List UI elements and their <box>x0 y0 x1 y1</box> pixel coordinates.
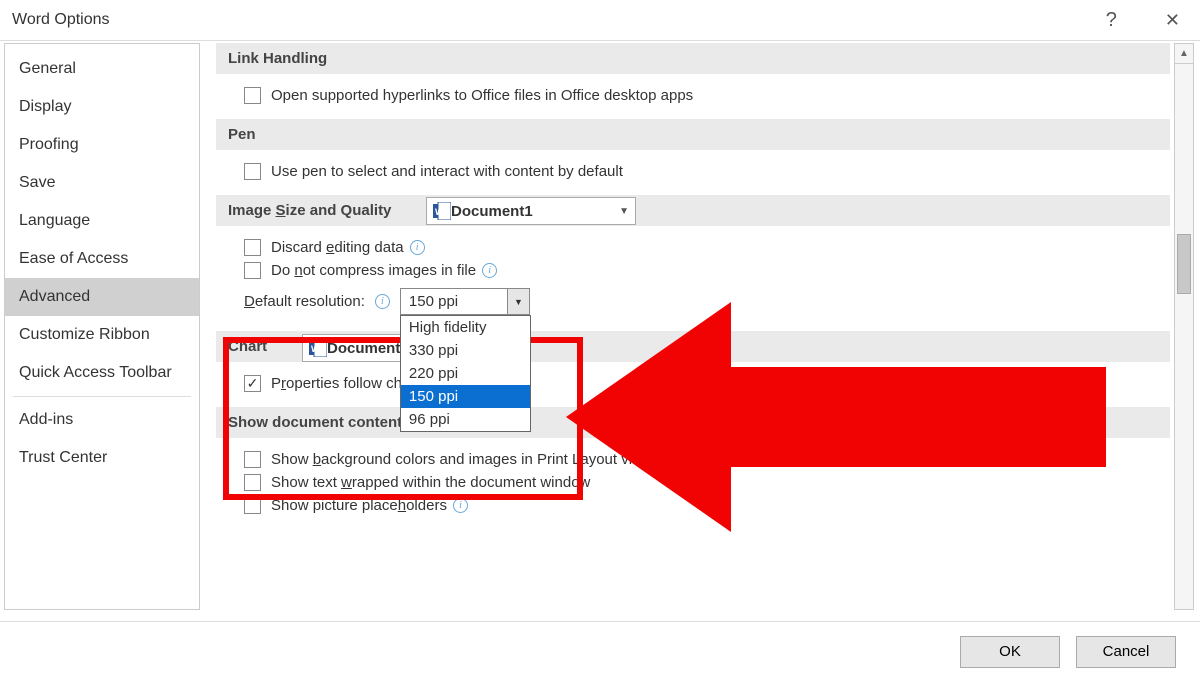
label-default-resolution: Default resolution: <box>244 293 365 310</box>
checkbox-use-pen[interactable] <box>244 163 261 180</box>
checkbox-show-pic[interactable] <box>244 497 261 514</box>
scroll-up-icon[interactable]: ▲ <box>1175 44 1193 64</box>
label-show-wrap: Show text wrapped within the document wi… <box>271 474 590 491</box>
sidebar-item-ease-of-access[interactable]: Ease of Access <box>5 240 199 278</box>
annotation-arrow-icon <box>566 292 1106 542</box>
sidebar: GeneralDisplayProofingSaveLanguageEase o… <box>4 43 200 610</box>
section-image-quality: Image Size and Quality W Document1 ▼ <box>216 195 1170 226</box>
word-doc-icon: W <box>309 339 327 357</box>
checkbox-discard-editing[interactable] <box>244 239 261 256</box>
scrollbar-thumb[interactable] <box>1177 234 1191 294</box>
info-icon[interactable]: i <box>482 263 497 278</box>
sidebar-item-general[interactable]: General <box>5 50 199 88</box>
checkbox-show-wrap[interactable] <box>244 474 261 491</box>
sidebar-item-quick-access-toolbar[interactable]: Quick Access Toolbar <box>5 354 199 392</box>
checkbox-open-hyperlinks[interactable] <box>244 87 261 104</box>
sidebar-item-language[interactable]: Language <box>5 202 199 240</box>
cancel-button[interactable]: Cancel <box>1076 636 1176 668</box>
chevron-down-icon: ▼ <box>619 206 629 217</box>
resolution-option[interactable]: 220 ppi <box>401 362 530 385</box>
vertical-scrollbar[interactable]: ▲ <box>1174 43 1194 610</box>
word-doc-icon: W <box>433 202 451 220</box>
sidebar-item-customize-ribbon[interactable]: Customize Ribbon <box>5 316 199 354</box>
label-open-hyperlinks: Open supported hyperlinks to Office file… <box>271 87 693 104</box>
checkbox-properties-follow[interactable] <box>244 375 261 392</box>
label-show-pic: Show picture placeholders <box>271 497 447 514</box>
titlebar: Word Options ? ✕ <box>0 0 1200 40</box>
checkbox-no-compress[interactable] <box>244 262 261 279</box>
dialog-title: Word Options <box>12 11 110 29</box>
section-pen: Pen <box>216 119 1170 150</box>
sidebar-item-advanced[interactable]: Advanced <box>5 278 199 316</box>
image-doc-name: Document1 <box>451 203 619 220</box>
ok-button[interactable]: OK <box>960 636 1060 668</box>
sidebar-item-trust-center[interactable]: Trust Center <box>5 439 199 477</box>
svg-text:W: W <box>311 344 320 354</box>
close-icon[interactable]: ✕ <box>1157 6 1188 35</box>
label-no-compress: Do not compress images in file <box>271 262 476 279</box>
help-icon[interactable]: ? <box>1106 9 1117 32</box>
sidebar-item-save[interactable]: Save <box>5 164 199 202</box>
image-quality-document-dropdown[interactable]: W Document1 ▼ <box>426 197 636 225</box>
label-discard-editing: Discard editing data <box>271 239 404 256</box>
dialog-footer: OK Cancel <box>0 621 1200 681</box>
resolution-option[interactable]: 330 ppi <box>401 339 530 362</box>
resolution-option[interactable]: 150 ppi <box>401 385 530 408</box>
resolution-option[interactable]: 96 ppi <box>401 408 530 431</box>
chevron-down-icon[interactable]: ▼ <box>507 289 529 314</box>
resolution-dropdown-list: High fidelity330 ppi220 ppi150 ppi96 ppi <box>400 315 531 432</box>
resolution-option[interactable]: High fidelity <box>401 316 530 339</box>
label-use-pen: Use pen to select and interact with cont… <box>271 163 623 180</box>
default-resolution-select[interactable]: 150 ppi ▼ High fidelity330 ppi220 ppi150… <box>400 288 530 315</box>
sidebar-item-proofing[interactable]: Proofing <box>5 126 199 164</box>
info-icon[interactable]: i <box>410 240 425 255</box>
svg-text:W: W <box>435 207 444 217</box>
sidebar-item-add-ins[interactable]: Add-ins <box>5 401 199 439</box>
info-icon[interactable]: i <box>453 498 468 513</box>
sidebar-item-display[interactable]: Display <box>5 88 199 126</box>
info-icon[interactable]: i <box>375 294 390 309</box>
checkbox-show-bg[interactable] <box>244 451 261 468</box>
section-link-handling: Link Handling <box>216 43 1170 74</box>
